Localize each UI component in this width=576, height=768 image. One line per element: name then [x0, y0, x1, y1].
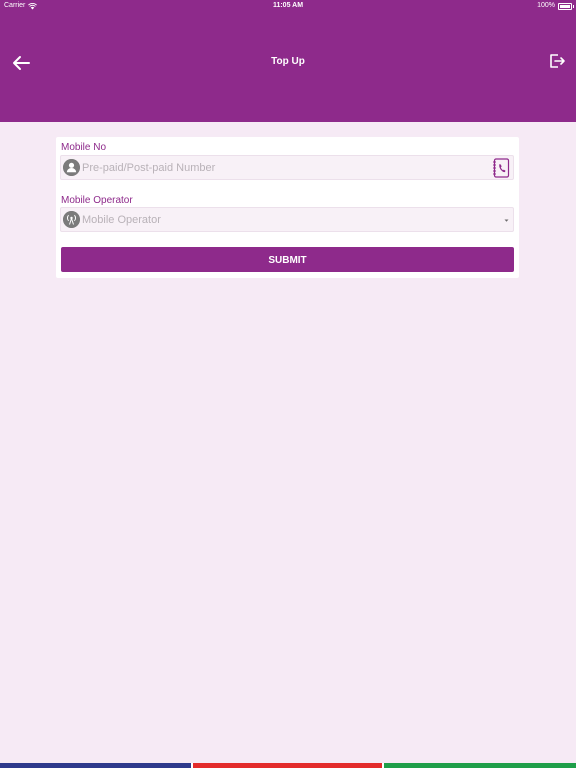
- footer-color-stripes: [0, 763, 576, 768]
- submit-button[interactable]: SUBMIT: [61, 247, 514, 272]
- mobile-operator-select[interactable]: Mobile Operator: [60, 207, 514, 232]
- stripe-blue: [0, 763, 191, 768]
- battery-percent: 100%: [537, 2, 555, 9]
- chevron-down-icon: [504, 219, 509, 222]
- signal-tower-icon: [63, 211, 80, 228]
- phonebook-icon[interactable]: [491, 158, 510, 178]
- mobile-number-label: Mobile No: [61, 142, 107, 153]
- status-bar: Carrier 11:05 AM 100%: [0, 0, 576, 12]
- mobile-operator-placeholder: Mobile Operator: [82, 214, 161, 226]
- stripe-red: [193, 763, 382, 768]
- logout-icon[interactable]: [548, 52, 566, 70]
- user-icon: [63, 159, 80, 176]
- topup-form-card: Mobile No Pre-paid/Post-paid Number Mobi…: [56, 137, 519, 278]
- mobile-number-placeholder: Pre-paid/Post-paid Number: [82, 162, 216, 174]
- page-title: Top Up: [271, 56, 305, 67]
- stripe-green: [384, 763, 576, 768]
- battery-info: 100%: [537, 0, 574, 12]
- battery-icon: [558, 2, 574, 10]
- mobile-number-input[interactable]: Pre-paid/Post-paid Number: [60, 155, 514, 180]
- app-header: Carrier 11:05 AM 100% Top Up: [0, 0, 576, 122]
- status-time: 11:05 AM: [272, 2, 304, 9]
- mobile-operator-label: Mobile Operator: [61, 195, 133, 206]
